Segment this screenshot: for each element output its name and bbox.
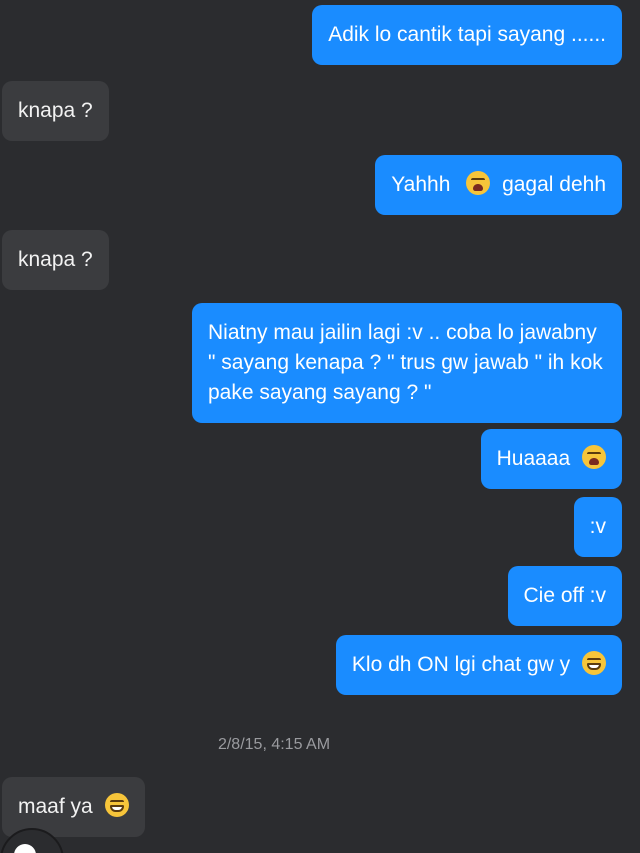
outgoing-message-bubble[interactable]: :v bbox=[573, 497, 622, 557]
grinning-face-emoji-icon bbox=[582, 651, 606, 675]
outgoing-message-bubble[interactable]: Huaaaa bbox=[480, 429, 622, 489]
chat-thread: Adik lo cantik tapi sayang ...... knapa … bbox=[0, 0, 640, 853]
incoming-message-bubble[interactable]: knapa ? bbox=[2, 230, 109, 290]
message-text: :v bbox=[589, 515, 606, 538]
message-text: Adik lo cantik tapi sayang ...... bbox=[328, 23, 606, 46]
message-timestamp: 2/8/15, 4:15 AM bbox=[217, 736, 331, 753]
outgoing-message-bubble[interactable]: Adik lo cantik tapi sayang ...... bbox=[312, 5, 622, 65]
message-text: Huaaaa bbox=[496, 447, 571, 470]
message-text: Cie off :v bbox=[523, 584, 606, 607]
outgoing-message-bubble[interactable]: Yahhh gagal dehh bbox=[375, 155, 622, 215]
message-text: Klo dh ON lgi chat gw y bbox=[351, 653, 571, 676]
crying-face-emoji-icon bbox=[582, 445, 606, 469]
outgoing-message-bubble[interactable]: Niatny mau jailin lagi :v .. coba lo jaw… bbox=[192, 303, 622, 423]
message-text: gagal dehh bbox=[502, 173, 606, 196]
message-text: Yahhh bbox=[391, 173, 451, 196]
crying-face-emoji-icon bbox=[466, 171, 491, 195]
message-text: knapa ? bbox=[18, 99, 93, 122]
outgoing-message-bubble[interactable]: Cie off :v bbox=[507, 566, 622, 626]
outgoing-message-bubble[interactable]: Klo dh ON lgi chat gw y bbox=[335, 635, 622, 695]
message-text: Niatny mau jailin lagi :v .. coba lo jaw… bbox=[208, 321, 603, 404]
grinning-face-emoji-icon bbox=[104, 793, 129, 817]
incoming-message-bubble[interactable]: knapa ? bbox=[2, 81, 109, 141]
message-text: maaf ya bbox=[18, 795, 93, 818]
message-text: knapa ? bbox=[18, 248, 93, 271]
